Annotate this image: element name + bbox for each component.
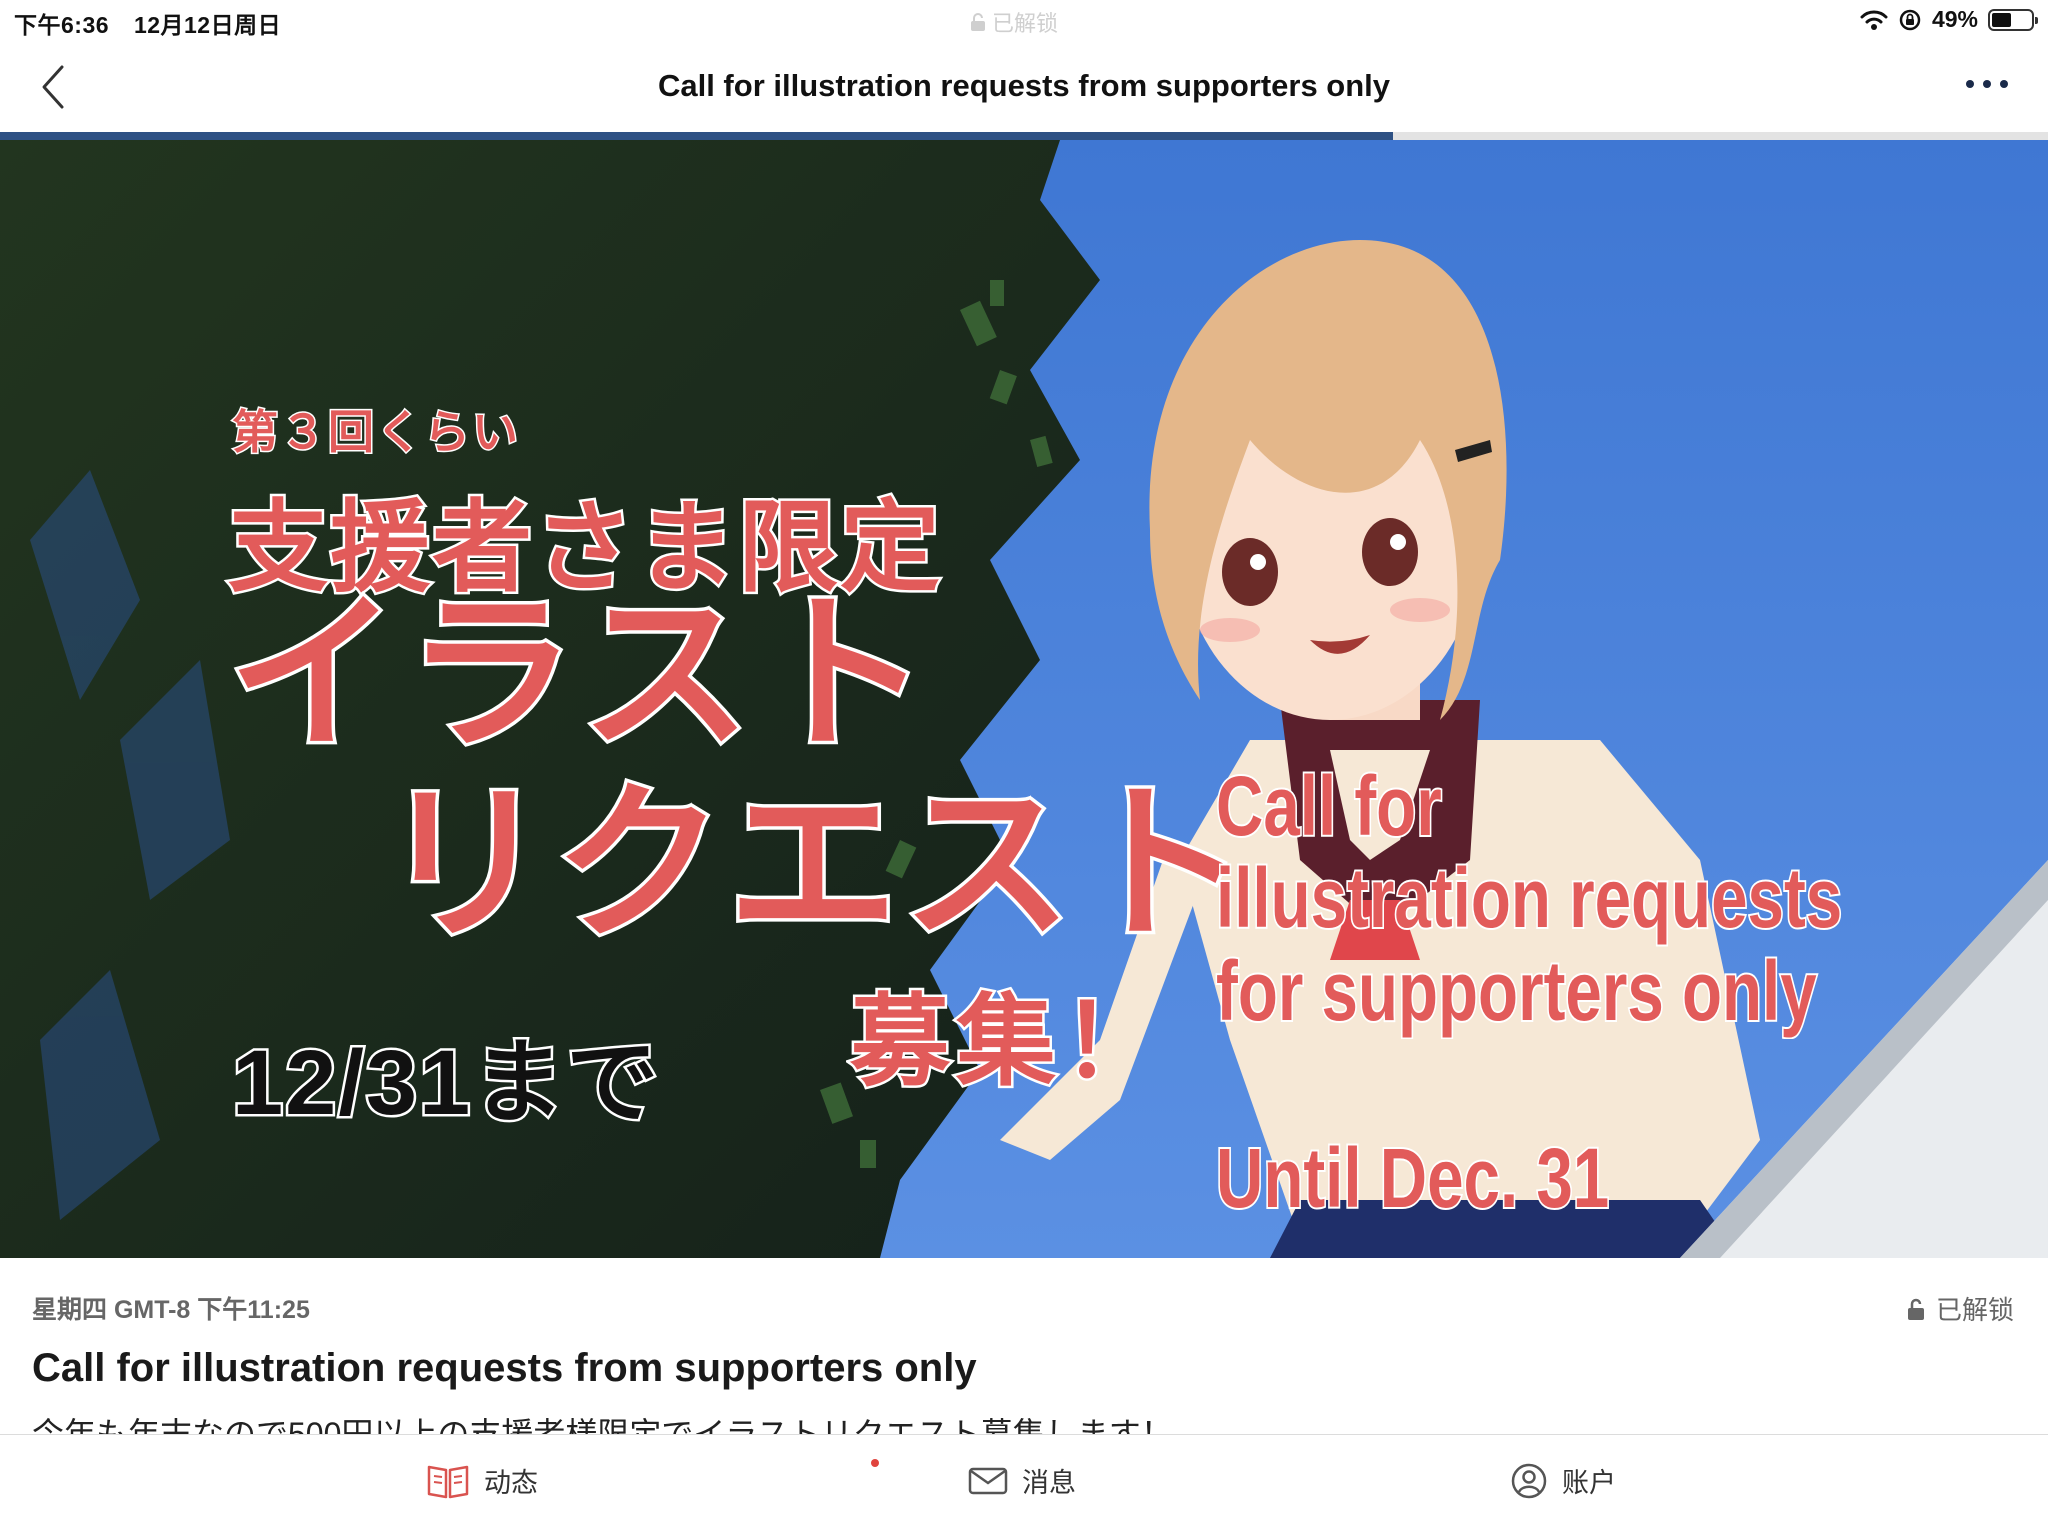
book-icon [427,1465,469,1498]
hero-jp-subheading: 第３回くらい [231,405,520,460]
tab-messages-label: 消息 [1022,1468,1076,1498]
more-dot-icon [1966,80,1974,88]
page-title: Call for illustration requests from supp… [657,68,1391,103]
hero-en-line: illustration requests [1214,850,1843,947]
tab-account-label: 账户 [1562,1468,1616,1498]
status-time: 下午6:36 [14,12,110,38]
more-dot-icon [1983,80,1991,88]
chevron-left-icon [42,65,64,109]
status-lock: 已解锁 [970,6,1058,38]
hero-en-heading: Call for illustration requests for suppo… [1214,758,1843,1040]
status-lock-label: 已解锁 [992,11,1059,36]
hero-en-line: for supporters only [1214,942,1818,1039]
wifi-icon [1860,10,1888,30]
post-hero-image[interactable]: 第３回くらい 支援者さま限定 イラスト リクエスト 募集！ 12/31まで Ca… [0,140,2048,1258]
battery-icon [1988,8,2038,31]
tab-messages[interactable]: 消息 [968,1461,1076,1500]
lock-icon [971,13,985,31]
hero-en-deadline: Until Dec. 31 [1214,1129,1610,1227]
more-options-button[interactable] [1966,80,2008,88]
hero-jp-deadline: 12/31まで [229,1030,661,1137]
unlock-label: 已解锁 [1935,1295,2014,1325]
status-indicators: 49% [1860,6,2038,33]
unlocked-icon [1907,1298,1924,1320]
status-time-date: 下午6:36 12月12日周日 [14,6,299,40]
status-date: 12月12日周日 [133,12,282,38]
mail-icon [968,1467,1008,1494]
messages-notification-dot [871,1459,879,1467]
bottom-tab-bar: 动态 消息 账户 [0,1434,2048,1536]
user-icon [1511,1463,1547,1498]
post-timestamp: 星期四 GMT-8 下午11:25 [32,1296,310,1324]
reading-progress-fill [0,132,1393,140]
post-excerpt: 今年も年末なので500円以上の支援者様限定でイラストリクエスト募集します！ [32,1416,1173,1434]
orientation-lock-icon [1899,9,1921,30]
more-dot-icon [2000,80,2008,88]
status-bar: 下午6:36 12月12日周日 已解锁 49% [0,0,2048,40]
nav-bar: Call for illustration requests from supp… [0,40,2048,132]
hero-jp-line-2: イラスト [225,580,937,770]
hero-jp-line-3: リクエスト [376,770,1251,960]
hero-jp-line-4: 募集！ [848,984,1168,1101]
tab-account[interactable]: 账户 [1510,1461,1616,1500]
battery-percent: 49% [1931,6,1978,32]
post-unlock-status: 已解锁 [1906,1290,2014,1327]
tab-feed[interactable]: 动态 [426,1461,538,1500]
post-title: Call for illustration requests from supp… [32,1346,977,1390]
reading-progress-bar [0,132,2048,140]
battery-fill [1992,12,2011,27]
back-button[interactable] [38,64,78,110]
tab-feed-label: 动态 [484,1468,538,1498]
hero-en-line: Call for [1214,758,1443,855]
